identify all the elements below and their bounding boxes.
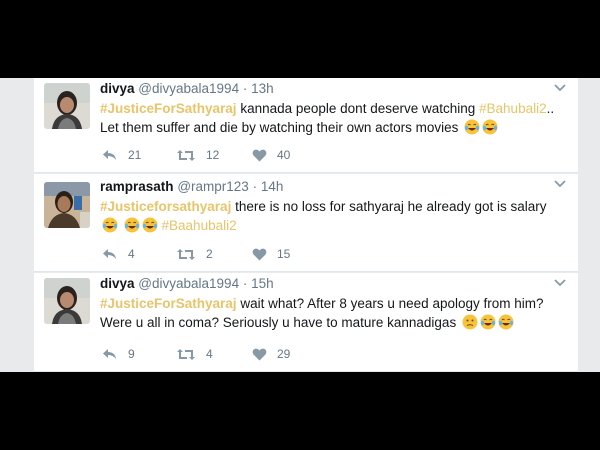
like-button[interactable]: 40	[252, 148, 290, 162]
tweet-actions: 9 4 29	[100, 347, 400, 363]
tweet-actions: 21 12 40	[100, 148, 400, 164]
joy-emoji-icon	[124, 217, 140, 233]
joy-emoji-icon	[102, 217, 118, 233]
retweet-button[interactable]: 4	[176, 347, 213, 361]
display-name[interactable]: divya	[100, 276, 135, 291]
tweet-header: divya @divyabala1994 · 15h	[100, 276, 274, 291]
retweet-icon	[176, 348, 196, 361]
user-handle[interactable]: @divyabala1994	[138, 276, 239, 291]
reply-count: 21	[128, 148, 142, 162]
chevron-down-icon[interactable]	[554, 81, 566, 95]
user-handle[interactable]: @divyabala1994	[138, 81, 239, 96]
joy-emoji-icon	[498, 314, 514, 330]
reply-icon	[102, 149, 118, 161]
joy-emoji-icon	[142, 217, 158, 233]
like-count: 29	[277, 347, 291, 361]
retweet-icon	[176, 149, 196, 162]
like-button[interactable]: 15	[252, 247, 290, 261]
reply-button[interactable]: 9	[102, 347, 135, 361]
retweet-count: 2	[206, 247, 213, 261]
avatar[interactable]	[44, 83, 90, 129]
tweet-feed: divya @divyabala1994 · 13h #JusticeForSa…	[0, 78, 600, 372]
avatar[interactable]	[44, 278, 90, 324]
reply-count: 9	[128, 347, 135, 361]
avatar[interactable]	[44, 182, 90, 228]
retweet-count: 4	[206, 347, 213, 361]
tweet[interactable]: divya @divyabala1994 · 15h #JusticeForSa…	[34, 273, 578, 372]
tweet[interactable]: ramprasath @rampr123 · 14h #Justiceforsa…	[34, 174, 578, 272]
hashtag-link[interactable]: #Bahubali2	[479, 101, 547, 116]
joy-emoji-icon	[480, 314, 496, 330]
timestamp[interactable]: 15h	[251, 276, 274, 291]
joy-emoji-icon	[482, 119, 498, 135]
retweet-icon	[176, 248, 196, 261]
timestamp[interactable]: 13h	[251, 81, 274, 96]
tweet-actions: 4 2 15	[100, 247, 400, 263]
hashtag-link[interactable]: #Baahubali2	[162, 218, 237, 233]
reply-icon	[102, 248, 118, 260]
display-name[interactable]: ramprasath	[100, 179, 174, 194]
like-count: 40	[277, 148, 291, 162]
confused-emoji-icon	[462, 314, 478, 330]
reply-button[interactable]: 21	[102, 148, 141, 162]
reply-icon	[102, 348, 118, 360]
joy-emoji-icon	[464, 119, 480, 135]
heart-icon	[252, 149, 267, 162]
reply-count: 4	[128, 247, 135, 261]
tweet-text-part: kannada people dont deserve watching	[240, 101, 476, 116]
retweet-count: 12	[206, 148, 220, 162]
timestamp[interactable]: 14h	[261, 179, 284, 194]
retweet-button[interactable]: 2	[176, 247, 213, 261]
like-button[interactable]: 29	[252, 347, 290, 361]
display-name[interactable]: divya	[100, 81, 135, 96]
chevron-down-icon[interactable]	[554, 276, 566, 290]
hashtag-link[interactable]: #JusticeForSathyaraj	[100, 101, 237, 116]
tweet-header: divya @divyabala1994 · 13h	[100, 81, 274, 96]
tweet-text: #JusticeForSathyaraj wait what? After 8 …	[100, 294, 566, 332]
tweet[interactable]: divya @divyabala1994 · 13h #JusticeForSa…	[34, 78, 578, 173]
tweet-text-part: there is no loss for sathyaraj he alread…	[235, 199, 547, 214]
chevron-down-icon[interactable]	[554, 177, 566, 191]
hashtag-link[interactable]: #JusticeForSathyaraj	[100, 296, 237, 311]
reply-button[interactable]: 4	[102, 247, 135, 261]
heart-icon	[252, 348, 267, 361]
tweet-text: #JusticeForSathyaraj kannada people dont…	[100, 99, 566, 137]
hashtag-link[interactable]: #Justiceforsathyaraj	[100, 199, 231, 214]
tweet-text: #Justiceforsathyaraj there is no loss fo…	[100, 197, 566, 235]
like-count: 15	[277, 247, 291, 261]
retweet-button[interactable]: 12	[176, 148, 219, 162]
tweet-header: ramprasath @rampr123 · 14h	[100, 179, 284, 194]
user-handle[interactable]: @rampr123	[177, 179, 248, 194]
heart-icon	[252, 248, 267, 261]
